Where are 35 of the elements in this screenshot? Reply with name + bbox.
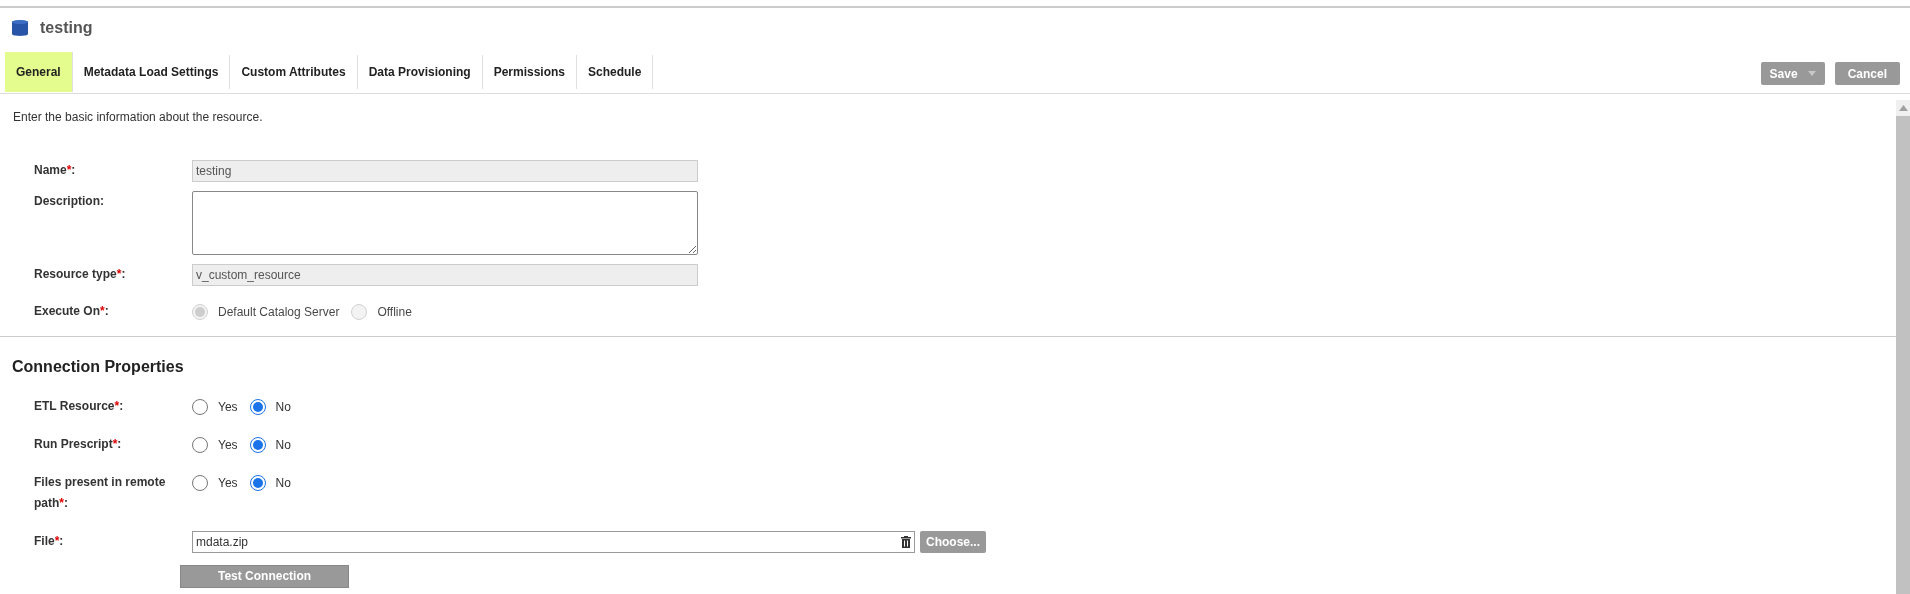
radio-label: Yes	[218, 398, 238, 416]
page-title: testing	[40, 18, 93, 38]
radio-button[interactable]	[192, 398, 208, 415]
radio-button[interactable]	[249, 398, 266, 415]
section-heading: Connection Properties	[11, 357, 185, 377]
radio-label: No	[275, 398, 291, 416]
field-label: File*:	[34, 533, 65, 550]
radio-button[interactable]	[192, 474, 208, 491]
scroll-up-icon[interactable]	[1898, 105, 1908, 111]
caret-icon	[1807, 71, 1816, 76]
radio-label: Offline	[377, 303, 412, 321]
field-label: Resource type*:	[34, 266, 127, 283]
field-label: Name*:	[34, 162, 77, 179]
radio-label: Yes	[218, 474, 238, 492]
radio-button[interactable]	[192, 436, 208, 453]
radio-label: Default Catalog Server	[218, 303, 340, 321]
radio-label: No	[275, 474, 291, 492]
trash-icon[interactable]	[901, 536, 911, 548]
radio-label: No	[275, 436, 291, 454]
field-label: ETL Resource*:	[34, 398, 125, 415]
field-label: Execute On*:	[34, 303, 110, 320]
description-field[interactable]	[192, 191, 698, 255]
file-name: mdata.zip	[196, 534, 249, 551]
radio-button[interactable]	[249, 436, 266, 453]
file-field[interactable]: mdata.zip	[192, 531, 915, 553]
intro-text: Enter the basic information about the resource.	[12, 109, 264, 126]
field-label: Run Prescript*:	[34, 436, 123, 453]
radio-button[interactable]	[249, 474, 266, 491]
text-field[interactable]: testing	[192, 160, 698, 182]
tab[interactable]: General	[5, 52, 73, 92]
text-field[interactable]: v_custom_resource	[192, 264, 698, 286]
database-icon	[10, 18, 30, 38]
field-label: Files present in remote path*:	[34, 474, 167, 512]
field-label: Description:	[34, 193, 105, 210]
radio-label: Yes	[218, 436, 238, 454]
